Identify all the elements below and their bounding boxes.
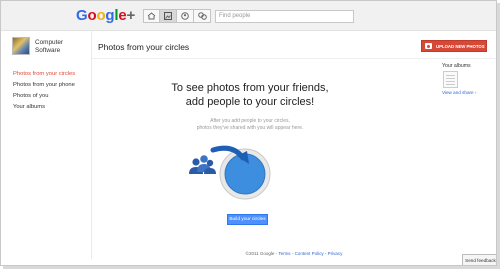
headline-line: To see photos from your friends, xyxy=(171,82,329,94)
circles-illustration xyxy=(189,145,271,200)
profile-icon xyxy=(181,12,189,20)
profile-name[interactable]: Computer Software xyxy=(35,39,82,55)
sidebar-item-photos-of-you[interactable]: Photos of you xyxy=(13,91,75,102)
view-and-share-link[interactable]: View and share › xyxy=(442,90,476,95)
sidebar-divider xyxy=(91,31,92,259)
copyright: ©2011 Google - xyxy=(245,251,279,256)
upload-photos-button[interactable]: UPLOAD NEW PHOTOS xyxy=(421,40,487,52)
camera-icon xyxy=(425,43,432,49)
nav-button-group xyxy=(143,9,211,23)
footer: ©2011 Google - Terms - Content Policy - … xyxy=(92,251,496,256)
privacy-link[interactable]: Privacy xyxy=(328,251,343,256)
logo-letter: G xyxy=(76,7,88,24)
sidebar-item-your-albums[interactable]: Your albums xyxy=(13,102,75,113)
avatar[interactable] xyxy=(12,37,30,55)
window-shadow xyxy=(497,3,500,266)
headline-line: add people to your circles! xyxy=(185,96,315,108)
home-button[interactable] xyxy=(143,9,160,23)
sidebar-item-photos-from-circles[interactable]: Photos from your circles xyxy=(13,69,75,80)
search-input[interactable]: Find people xyxy=(215,10,354,23)
circles-button[interactable] xyxy=(194,9,211,23)
terms-link[interactable]: Terms xyxy=(278,251,290,256)
empty-state-headline: To see photos from your friends, add peo… xyxy=(145,81,355,109)
photos-button[interactable] xyxy=(160,9,177,23)
logo-letter: e xyxy=(118,7,127,24)
subtext-line: After you add people to your circles, xyxy=(210,118,290,124)
photos-icon xyxy=(164,12,172,20)
build-circles-button[interactable]: Build your circles xyxy=(227,214,268,225)
google-plus-logo[interactable]: Google+ xyxy=(76,7,135,24)
page-title: Photos from your circles xyxy=(98,42,190,52)
circles-icon xyxy=(197,12,207,20)
logo-plus: + xyxy=(126,7,136,24)
content-divider xyxy=(92,58,496,59)
profile-card[interactable]: Computer Software xyxy=(12,37,82,59)
empty-state-subtext: After you add people to your circles, ph… xyxy=(175,118,325,132)
sidebar-nav: Photos from your circles Photos from you… xyxy=(13,69,75,113)
your-albums-label: Your albums xyxy=(442,63,471,69)
people-icon xyxy=(189,155,216,174)
home-icon xyxy=(147,12,156,20)
subtext-line: photos they've shared with you will appe… xyxy=(196,125,304,131)
send-feedback-button[interactable]: Send feedback xyxy=(462,254,496,265)
upload-photos-label: UPLOAD NEW PHOTOS xyxy=(436,43,485,49)
profile-button[interactable] xyxy=(177,9,194,23)
content-policy-link[interactable]: Content Policy xyxy=(295,251,324,256)
sidebar-item-photos-from-phone[interactable]: Photos from your phone xyxy=(13,80,75,91)
app-window: Google+ Find people Computer Software Ph… xyxy=(0,0,497,266)
top-bar: Google+ Find people xyxy=(1,1,496,31)
album-thumbnail[interactable] xyxy=(443,71,458,88)
